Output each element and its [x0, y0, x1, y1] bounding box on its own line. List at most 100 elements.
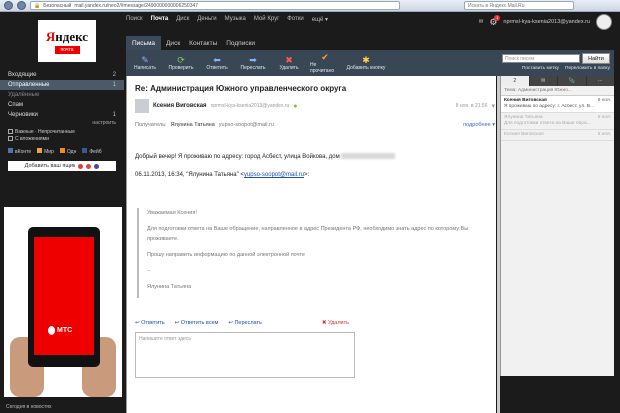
thread-item-date: 5 ноя. — [597, 132, 611, 137]
tab-2[interactable]: Контакты — [185, 36, 221, 51]
social-icon — [37, 148, 43, 153]
toolbar-button[interactable]: ✖ Удалить — [274, 55, 304, 71]
service-link[interactable]: Почта — [151, 16, 169, 23]
tab-1[interactable]: Диск — [162, 36, 184, 51]
action-label: Ответить — [141, 320, 165, 326]
folder-list: Входящие 2 Отправленные 1 Удалённые Спам Черно… — [0, 70, 124, 175]
user-email[interactable]: nprmsl-kya-ksenia2013@yandex.ru — [503, 19, 590, 25]
forward-icon: ➡ — [249, 55, 257, 65]
message-view: Re: Администрация Южного управленческого… — [126, 76, 496, 413]
toolbar-button[interactable]: ➡ Переслать — [238, 55, 268, 71]
lock-icon: 🔒 — [34, 2, 41, 9]
thread-item[interactable]: Ялунина Татьяна 6 ноя. Для подготовки отве… — [501, 113, 614, 130]
sender-name[interactable]: Ксения Виговская — [153, 103, 207, 109]
gear-icon[interactable]: ⚙ 1 — [489, 14, 501, 28]
forward-button[interactable] — [17, 1, 26, 10]
recipient-name[interactable]: Ялунина Татьяна — [171, 122, 215, 128]
flag-filter[interactable]: Важные · Непрочитанные — [8, 129, 116, 136]
news-heading[interactable]: Сегодня в новостях — [6, 404, 52, 410]
toolbar-button[interactable]: ✔ Не прочитано — [310, 52, 340, 74]
tab-0[interactable]: Письма — [126, 36, 162, 51]
thread-tab[interactable]: ✉ — [529, 76, 557, 86]
delete-link[interactable]: ✖ Удалить — [322, 320, 349, 326]
checkbox-icon — [8, 136, 13, 142]
toolbar-button[interactable]: ✎ Написать — [130, 55, 160, 71]
recipient-email[interactable]: yupso-soopot@mail.ru — [219, 122, 274, 128]
mail-icon[interactable]: ✉ — [479, 19, 484, 25]
chevron-down-icon[interactable]: ▾ — [491, 102, 495, 110]
body-greeting: Добрый вечер! Я проживаю по адресу: горо… — [135, 152, 485, 162]
thread-tab[interactable]: ⋯ — [586, 76, 614, 86]
action-link[interactable]: ↩ Ответить — [135, 320, 165, 326]
toolbar-button-label: Проверить — [168, 65, 194, 71]
social-link[interactable]: Фейб — [82, 148, 102, 155]
thread-title: Тема: Администрация Южно... — [501, 86, 614, 96]
service-link[interactable]: Диск — [176, 16, 189, 23]
social-link[interactable]: вКонте — [8, 148, 31, 155]
thread-tab[interactable]: 📎 — [558, 76, 586, 86]
advertisement-banner[interactable]: МТС — [4, 207, 122, 397]
action-link[interactable]: ↩ Ответить всем — [175, 320, 219, 326]
find-button[interactable]: Найти — [582, 53, 610, 64]
services-nav: Поиск Почта Диск Деньги Музыка Мой Круг Фотки е… — [126, 16, 328, 23]
thread-item-header: Ксения Виговская 5 ноя. — [504, 132, 611, 138]
quick-reply-input[interactable]: Напишите ответ здесь — [135, 332, 355, 378]
thread-item[interactable]: Ксения Виговская 9 ноя. Я проживаю по адре… — [501, 96, 614, 113]
social-icon — [82, 148, 88, 153]
move-to-folder-link[interactable]: Переложить в папку — [565, 66, 610, 71]
thread-item-snippet: Я проживаю по адресу: г. Асбест, ул. В..… — [504, 104, 594, 109]
toolbar-button-label: Удалить — [279, 65, 299, 71]
redacted-text — [341, 153, 396, 160]
toolbar-button[interactable]: ⟳ Проверить — [166, 55, 196, 71]
mail-search-input[interactable]: Поиск писем — [502, 54, 580, 63]
message-body: Добрый вечер! Я проживаю по адресу: горо… — [135, 152, 485, 180]
notification-dot: 1 — [494, 14, 501, 21]
tab-3[interactable]: Подписки — [222, 36, 259, 51]
address-bar[interactable]: 🔒 Безопасный mail.yandex.ru/neo2/#messag… — [30, 1, 400, 10]
sender-email[interactable]: nprmsl-kya-ksenia2013@yandex.ru — [211, 103, 290, 109]
social-link[interactable]: Одн — [59, 148, 76, 155]
folder-item[interactable]: Черновики 1 — [0, 110, 124, 120]
folder-item[interactable]: Спам — [0, 100, 124, 110]
service-link[interactable]: ещё ▾ — [312, 16, 328, 23]
thread-item[interactable]: Ксения Виговская 5 ноя. — [501, 130, 614, 141]
flag-filter[interactable]: С вложениями — [8, 136, 116, 143]
quote-email-link[interactable]: yupso-soopot@mail.ru — [244, 172, 304, 178]
service-link[interactable]: Музыка — [225, 16, 246, 23]
add-mailbox-button[interactable]: Добавить ваш ящик — [8, 161, 116, 171]
sender-avatar — [135, 99, 149, 113]
flag-label: Важные · Непрочитанные — [15, 129, 75, 135]
toolbar-button-label: Написать — [134, 65, 156, 71]
avatar[interactable] — [596, 14, 612, 30]
social-icon — [8, 148, 13, 153]
social-label: Мир — [44, 149, 54, 155]
service-link[interactable]: Деньги — [197, 16, 216, 23]
thread-tab[interactable]: 2 — [501, 76, 529, 86]
details-link[interactable]: подробнее ▾ — [463, 122, 495, 128]
message-date: 8 ноя. в 21:56 — [455, 103, 488, 109]
toolbar-button[interactable]: ⬅ Ответить — [202, 55, 232, 71]
folder-item[interactable]: Отправленные 1 — [0, 80, 124, 90]
quote-paragraph: -- — [147, 268, 151, 274]
social-link[interactable]: Мир — [37, 148, 54, 155]
service-link[interactable]: Поиск — [126, 16, 143, 23]
yandex-logo[interactable]: Яндекс почта — [38, 20, 96, 62]
toolbar-button[interactable]: ✱ Добавить кнопку — [346, 55, 386, 71]
browser-toolbar: 🔒 Безопасный mail.yandex.ru/neo2/#messag… — [0, 0, 620, 12]
folder-item[interactable]: Удалённые — [0, 90, 124, 100]
url-text: mail.yandex.ru/neo2/#message/24900000000… — [74, 2, 199, 9]
folder-count: 1 — [112, 112, 116, 118]
service-link[interactable]: Мой Круг — [254, 16, 279, 23]
folder-label: Спам — [8, 102, 24, 108]
service-link[interactable]: Фотки — [287, 16, 304, 23]
folder-item[interactable]: Входящие 2 — [0, 70, 124, 80]
back-button[interactable] — [4, 1, 13, 10]
toolbar-button-label: Добавить кнопку — [346, 65, 386, 71]
flags-list: Важные · Непрочитанные С вложениями — [0, 126, 124, 146]
action-link[interactable]: ↩ Переслать — [228, 320, 262, 326]
browser-search-input[interactable]: Искать в Яндекс.Mail.Ru — [464, 1, 574, 10]
refresh-icon: ⟳ — [177, 55, 185, 65]
checkbox-icon — [8, 129, 13, 135]
set-label-link[interactable]: Поставить метку — [522, 66, 559, 71]
quote-paragraph: Прошу направить информацию по данной эле… — [147, 252, 305, 258]
